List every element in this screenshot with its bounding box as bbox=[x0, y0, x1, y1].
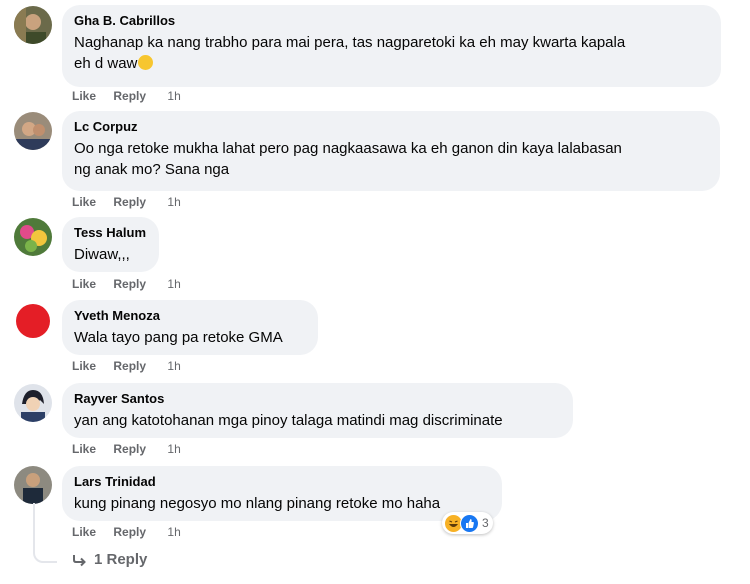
reply-button[interactable]: Reply bbox=[113, 89, 146, 103]
comment-timestamp[interactable]: 1h bbox=[167, 442, 180, 456]
reply-thread-line bbox=[33, 503, 57, 563]
comment-actions: Like Reply 1h bbox=[72, 442, 195, 456]
comment-actions: Like Reply 1h bbox=[72, 525, 195, 539]
avatar[interactable] bbox=[14, 6, 52, 44]
comment-bubble: Tess Halum Diwaw,,, bbox=[62, 217, 159, 272]
comment-bubble: Lc Corpuz Oo nga retoke mukha lahat pero… bbox=[62, 111, 720, 191]
reply-arrow-icon bbox=[73, 554, 86, 566]
comment-actions: Like Reply 1h bbox=[72, 359, 195, 373]
like-button[interactable]: Like bbox=[72, 359, 96, 373]
avatar[interactable] bbox=[14, 384, 52, 422]
avatar[interactable] bbox=[14, 466, 52, 504]
comment-timestamp[interactable]: 1h bbox=[167, 195, 180, 209]
grin-emoji-icon bbox=[138, 55, 154, 70]
view-replies-label[interactable]: 1 Reply bbox=[94, 551, 147, 568]
like-button[interactable]: Like bbox=[72, 442, 96, 456]
comment-author[interactable]: Lc Corpuz bbox=[74, 119, 708, 135]
like-icon bbox=[460, 513, 479, 533]
comment-text: Diwaw,,, bbox=[74, 246, 130, 263]
comment-author[interactable]: Rayver Santos bbox=[74, 391, 561, 407]
reply-button[interactable]: Reply bbox=[113, 277, 146, 291]
comment-text: kung pinang negosyo mo nlang pinang reto… bbox=[74, 495, 441, 512]
like-button[interactable]: Like bbox=[72, 277, 96, 291]
comment-timestamp[interactable]: 1h bbox=[167, 89, 180, 103]
comment-text: Oo nga retoke mukha lahat pero pag nagka… bbox=[74, 140, 622, 157]
reaction-count: 3 bbox=[482, 516, 489, 530]
comment-timestamp[interactable]: 1h bbox=[167, 277, 180, 291]
comment-bubble: Yveth Menoza Wala tayo pang pa retoke GM… bbox=[62, 300, 318, 355]
comment-author[interactable]: Tess Halum bbox=[74, 225, 147, 241]
comment-actions: Like Reply 1h bbox=[72, 195, 195, 209]
comment-text: eh d waw bbox=[74, 53, 709, 74]
comment-author[interactable]: Gha B. Cabrillos bbox=[74, 13, 709, 29]
comment-timestamp[interactable]: 1h bbox=[167, 525, 180, 539]
reply-button[interactable]: Reply bbox=[113, 359, 146, 373]
reaction-summary[interactable]: 3 bbox=[442, 512, 493, 534]
comment-author[interactable]: Yveth Menoza bbox=[74, 308, 306, 324]
avatar[interactable] bbox=[14, 218, 52, 256]
reply-button[interactable]: Reply bbox=[113, 442, 146, 456]
comment-text: ng anak mo? Sana nga bbox=[74, 161, 230, 178]
reply-button[interactable]: Reply bbox=[113, 195, 146, 209]
reply-button[interactable]: Reply bbox=[113, 525, 146, 539]
like-button[interactable]: Like bbox=[72, 195, 96, 209]
comment-bubble: Gha B. Cabrillos Naghanap ka nang trabho… bbox=[62, 5, 721, 87]
view-replies-link[interactable]: 1 Reply bbox=[72, 551, 147, 568]
like-button[interactable]: Like bbox=[72, 525, 96, 539]
avatar[interactable] bbox=[14, 302, 52, 340]
comment-bubble: Lars Trinidad kung pinang negosyo mo nla… bbox=[62, 466, 502, 521]
comment-actions: Like Reply 1h bbox=[72, 277, 195, 291]
comment-text: Wala tayo pang pa retoke GMA bbox=[74, 329, 283, 346]
avatar[interactable] bbox=[14, 112, 52, 150]
comment-timestamp[interactable]: 1h bbox=[167, 359, 180, 373]
like-button[interactable]: Like bbox=[72, 89, 96, 103]
comment-text: yan ang katotohanan mga pinoy talaga mat… bbox=[74, 412, 503, 429]
comment-author[interactable]: Lars Trinidad bbox=[74, 474, 490, 490]
comment-actions: Like Reply 1h bbox=[72, 89, 195, 103]
comment-text: Naghanap ka nang trabho para mai pera, t… bbox=[74, 34, 626, 51]
comment-bubble: Rayver Santos yan ang katotohanan mga pi… bbox=[62, 383, 573, 438]
